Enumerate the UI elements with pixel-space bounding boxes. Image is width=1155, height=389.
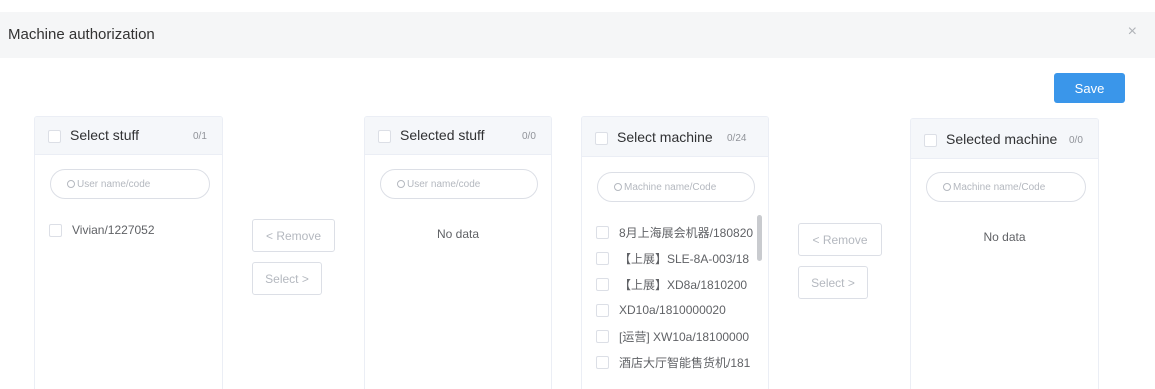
checkbox-icon[interactable] bbox=[596, 277, 609, 291]
staff-target-search-placeholder: User name/code bbox=[407, 178, 481, 190]
list-item-label: 【上展】XD8a/1810200 bbox=[619, 277, 748, 292]
list-item-label: [运营] XW10a/18100000 bbox=[619, 329, 750, 344]
checkbox-icon[interactable] bbox=[596, 225, 609, 239]
machine-target-search-placeholder: Machine name/Code bbox=[953, 181, 1046, 193]
machine-target-header: Selected machine 0/0 bbox=[911, 119, 1098, 159]
checkbox-icon[interactable] bbox=[596, 329, 609, 343]
staff-source-select-all-checkbox[interactable] bbox=[48, 130, 61, 143]
dialog-title: Machine authorization bbox=[8, 26, 155, 43]
staff-target-panel: Selected stuff 0/0 User name/code No dat… bbox=[364, 116, 552, 389]
staff-source-panel: Select stuff 0/1 User name/code Vivian/1… bbox=[34, 116, 223, 389]
list-item[interactable]: 酒店大厅智能售货机/181 bbox=[596, 349, 754, 375]
checkbox-icon[interactable] bbox=[596, 303, 609, 317]
list-item-label: Vivian/1227052 bbox=[72, 223, 155, 237]
staff-source-count: 0/1 bbox=[193, 131, 207, 142]
machine-target-select-all-checkbox[interactable] bbox=[924, 134, 937, 147]
save-button[interactable]: Save bbox=[1054, 73, 1125, 103]
machine-source-count: 0/24 bbox=[727, 133, 747, 144]
machine-select-button[interactable]: Select > bbox=[798, 266, 868, 299]
list-item-label: 8月上海展会机器/180820 bbox=[619, 225, 754, 240]
staff-source-search-input[interactable]: User name/code bbox=[50, 169, 210, 199]
machine-target-panel: Selected machine 0/0 Machine name/Code N… bbox=[910, 118, 1099, 389]
staff-source-header: Select stuff 0/1 bbox=[35, 117, 222, 155]
staff-remove-button[interactable]: < Remove bbox=[252, 219, 335, 252]
search-icon bbox=[943, 183, 951, 191]
staff-target-header: Selected stuff 0/0 bbox=[365, 117, 551, 155]
machine-source-panel: Select machine 0/24 Machine name/Code 8月… bbox=[581, 116, 769, 389]
machine-source-select-all-checkbox[interactable] bbox=[595, 132, 608, 145]
dialog-header: Machine authorization × bbox=[0, 12, 1155, 58]
machine-source-title: Select machine bbox=[617, 129, 713, 145]
close-icon[interactable]: × bbox=[1128, 24, 1137, 40]
list-item-label: 【上展】SLE-8A-003/18 bbox=[619, 251, 750, 266]
list-item-label: XD10a/1810000020 bbox=[619, 303, 726, 317]
machine-target-count: 0/0 bbox=[1069, 135, 1083, 146]
machine-target-title: Selected machine bbox=[946, 131, 1058, 147]
checkbox-icon[interactable] bbox=[596, 251, 609, 265]
machine-remove-button[interactable]: < Remove bbox=[798, 223, 882, 256]
machine-source-search-placeholder: Machine name/Code bbox=[624, 181, 717, 193]
machine-target-empty-text: No data bbox=[983, 230, 1026, 244]
search-icon bbox=[67, 180, 75, 188]
list-item[interactable]: [运营] XW10a/18100000 bbox=[596, 323, 754, 349]
machine-source-header: Select machine 0/24 bbox=[582, 117, 768, 157]
machine-source-search-input[interactable]: Machine name/Code bbox=[597, 172, 755, 202]
staff-select-button[interactable]: Select > bbox=[252, 262, 322, 295]
staff-target-search-input[interactable]: User name/code bbox=[380, 169, 538, 199]
search-icon bbox=[614, 183, 622, 191]
list-item-label: 酒店大厅智能售货机/181 bbox=[619, 355, 751, 370]
checkbox-icon[interactable] bbox=[596, 355, 609, 369]
list-item[interactable]: 【上展】SLE-8A-003/18 bbox=[596, 245, 754, 271]
search-icon bbox=[397, 180, 405, 188]
staff-source-title: Select stuff bbox=[70, 127, 140, 143]
staff-target-select-all-checkbox[interactable] bbox=[378, 130, 391, 143]
staff-source-list: Vivian/1227052 bbox=[49, 217, 212, 243]
list-item[interactable]: 【上展】XD8a/1810200 bbox=[596, 271, 754, 297]
machine-source-scrollbar[interactable] bbox=[757, 215, 762, 261]
machine-target-search-input[interactable]: Machine name/Code bbox=[926, 172, 1086, 202]
list-item[interactable]: 8月上海展会机器/180820 bbox=[596, 219, 754, 245]
staff-target-title: Selected stuff bbox=[400, 127, 485, 143]
staff-source-search-placeholder: User name/code bbox=[77, 178, 151, 190]
list-item[interactable]: XD10a/1810000020 bbox=[596, 297, 754, 323]
checkbox-icon[interactable] bbox=[49, 223, 62, 237]
list-item[interactable]: Vivian/1227052 bbox=[49, 217, 212, 243]
staff-target-count: 0/0 bbox=[522, 131, 536, 142]
staff-target-empty-text: No data bbox=[436, 227, 480, 241]
machine-source-list: 8月上海展会机器/180820 【上展】SLE-8A-003/18 【上展】XD… bbox=[596, 219, 754, 375]
